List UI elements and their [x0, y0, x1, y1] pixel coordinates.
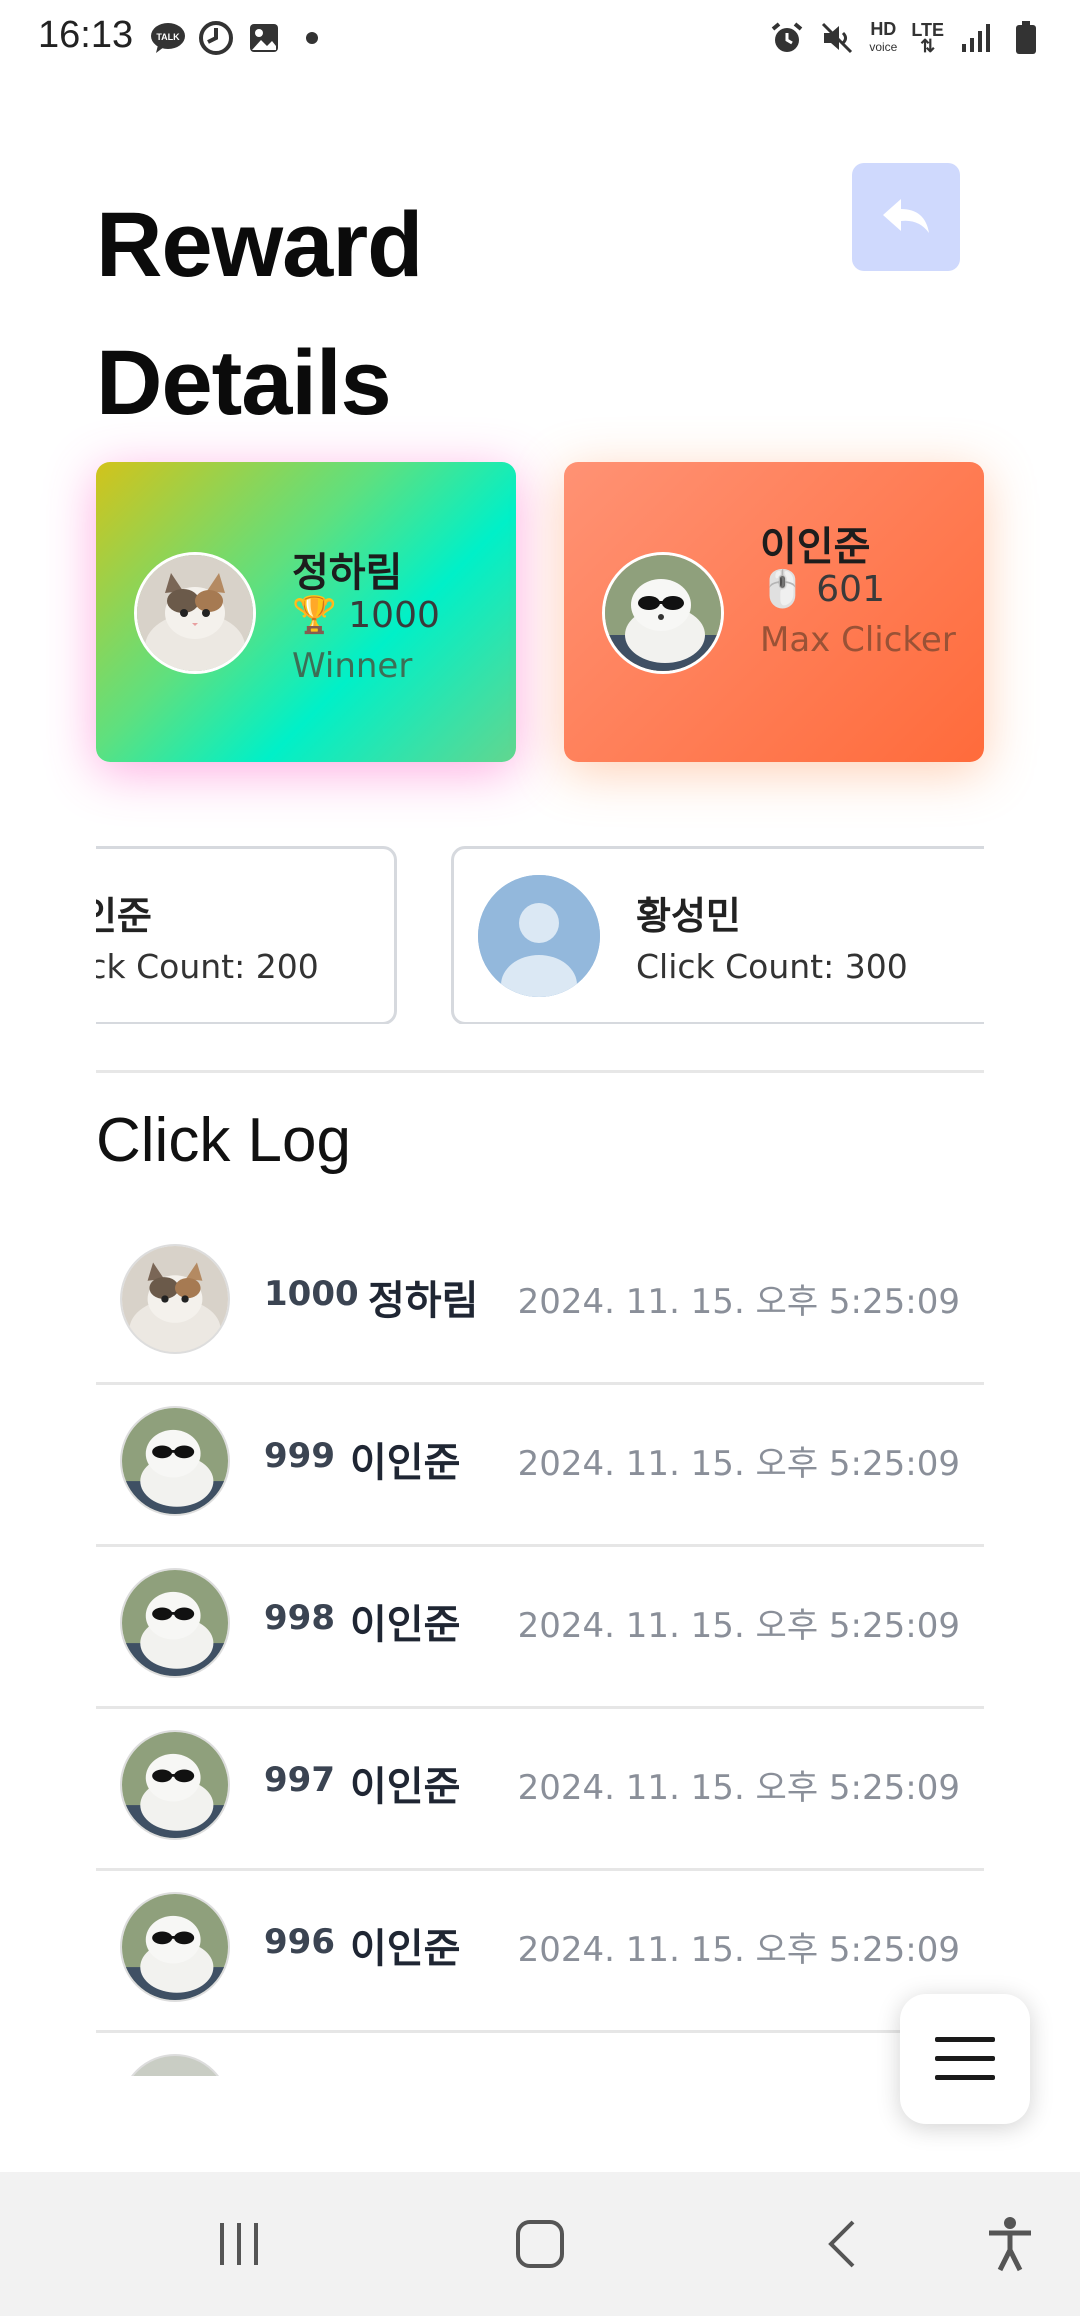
log-name: 정하림 [368, 1278, 479, 1324]
alarm-icon [769, 20, 805, 56]
log-count: 998 [264, 1598, 335, 1638]
max-clicker-card[interactable]: 이인준 🖱️ 601 Max Clicker [564, 462, 984, 762]
participant-count: Click Count: 200 [96, 947, 319, 986]
accessibility-icon [989, 2217, 1031, 2272]
log-time: 2024. 11. 15. 오후 5:25:09 [517, 1444, 960, 1484]
log-avatar [120, 1730, 230, 1840]
talk-icon: TALK [150, 20, 186, 56]
mute-icon [819, 20, 855, 56]
recent-apps-icon [220, 2223, 258, 2265]
system-icons: HD voice LTE ⇅ [769, 20, 1044, 56]
gallery-icon [246, 20, 282, 56]
log-avatar [120, 1406, 230, 1516]
log-name: 이인준 [350, 1440, 461, 1486]
log-time: 2024. 11. 15. 오후 5:25:09 [517, 1282, 960, 1322]
log-count: 999 [264, 1436, 335, 1476]
home-button[interactable] [505, 2212, 575, 2276]
log-avatar [120, 1892, 230, 2002]
participant-list[interactable]: 이인준 Click Count: 200 황성민 Click Count: 30… [96, 846, 984, 1024]
default-avatar-icon [478, 875, 600, 997]
notification-icons: TALK [150, 20, 330, 56]
status-bar: 16:13 TALK HD voice LTE ⇅ [0, 0, 1080, 76]
status-time: 16:13 [38, 14, 134, 56]
max-clicker-score-row: 🖱️ 601 [760, 568, 885, 610]
system-nav-bar [0, 2172, 1080, 2316]
trophy-icon: 🏆 [292, 595, 337, 636]
winner-score: 1000 [348, 595, 440, 636]
log-row[interactable]: 1000 정하림 2024. 11. 15. 오후 5:25:09 [96, 1220, 984, 1385]
winner-name: 정하림 [292, 550, 403, 596]
lte-icon: LTE ⇅ [911, 20, 944, 56]
log-row[interactable]: 998 이인준 2024. 11. 15. 오후 5:25:09 [96, 1544, 984, 1709]
participant-name: 이인준 [96, 894, 152, 938]
max-clicker-avatar [602, 552, 724, 674]
winner-label: Winner [292, 646, 413, 686]
log-avatar [120, 1244, 230, 1354]
log-row[interactable]: 999 이인준 2024. 11. 15. 오후 5:25:09 [96, 1382, 984, 1547]
reply-arrow-icon [883, 199, 929, 233]
signal-icon [958, 20, 994, 56]
voice-label: voice [869, 40, 898, 54]
menu-button[interactable] [900, 1994, 1030, 2124]
log-name: 이인준 [350, 1602, 461, 1648]
log-count: 1000 [264, 1274, 359, 1314]
participant-card[interactable]: 황성민 Click Count: 300 [451, 846, 984, 1024]
winner-card[interactable]: 정하림 🏆 1000 Winner [96, 462, 516, 762]
lte-label: LTE [911, 20, 944, 40]
log-name: 이인준 [350, 1926, 461, 1972]
log-name: 이인준 [350, 1764, 461, 1810]
back-button[interactable] [852, 163, 960, 271]
log-count: 996 [264, 1922, 335, 1962]
battery-icon [1008, 20, 1044, 56]
log-row-partial [96, 2030, 984, 2076]
recent-apps-button[interactable] [204, 2212, 274, 2276]
dot-icon [294, 20, 330, 56]
log-avatar [120, 2054, 230, 2076]
back-nav-button[interactable] [808, 2212, 878, 2276]
home-icon [516, 2220, 564, 2268]
max-clicker-name: 이인준 [760, 524, 871, 570]
log-count: 997 [264, 1760, 335, 1800]
log-row[interactable]: 997 이인준 2024. 11. 15. 오후 5:25:09 [96, 1706, 984, 1871]
page-title: Reward Details [96, 194, 423, 434]
chevron-left-icon [828, 2220, 855, 2268]
winner-avatar [134, 552, 256, 674]
log-time: 2024. 11. 15. 오후 5:25:09 [517, 1768, 960, 1808]
participant-name: 황성민 [636, 894, 741, 938]
hamburger-icon [935, 2037, 995, 2080]
hd-label: HD [870, 19, 897, 39]
section-divider [96, 1070, 984, 1073]
log-row[interactable]: 996 이인준 2024. 11. 15. 오후 5:25:09 [96, 1868, 984, 2033]
log-avatar [120, 1568, 230, 1678]
log-time: 2024. 11. 15. 오후 5:25:09 [517, 1606, 960, 1646]
svg-text:TALK: TALK [156, 32, 180, 42]
participant-count: Click Count: 300 [636, 947, 908, 986]
winner-score-row: 🏆 1000 [292, 594, 440, 636]
timer-icon [198, 20, 234, 56]
accessibility-button[interactable] [975, 2212, 1045, 2276]
participant-card[interactable]: 이인준 Click Count: 200 [96, 846, 397, 1024]
mouse-icon: 🖱️ [760, 569, 805, 610]
max-clicker-label: Max Clicker [760, 620, 956, 660]
log-time: 2024. 11. 15. 오후 5:25:09 [517, 1930, 960, 1970]
max-clicker-score: 601 [816, 569, 885, 610]
click-log-title: Click Log [96, 1106, 351, 1175]
hd-voice-icon: HD voice [869, 19, 898, 55]
